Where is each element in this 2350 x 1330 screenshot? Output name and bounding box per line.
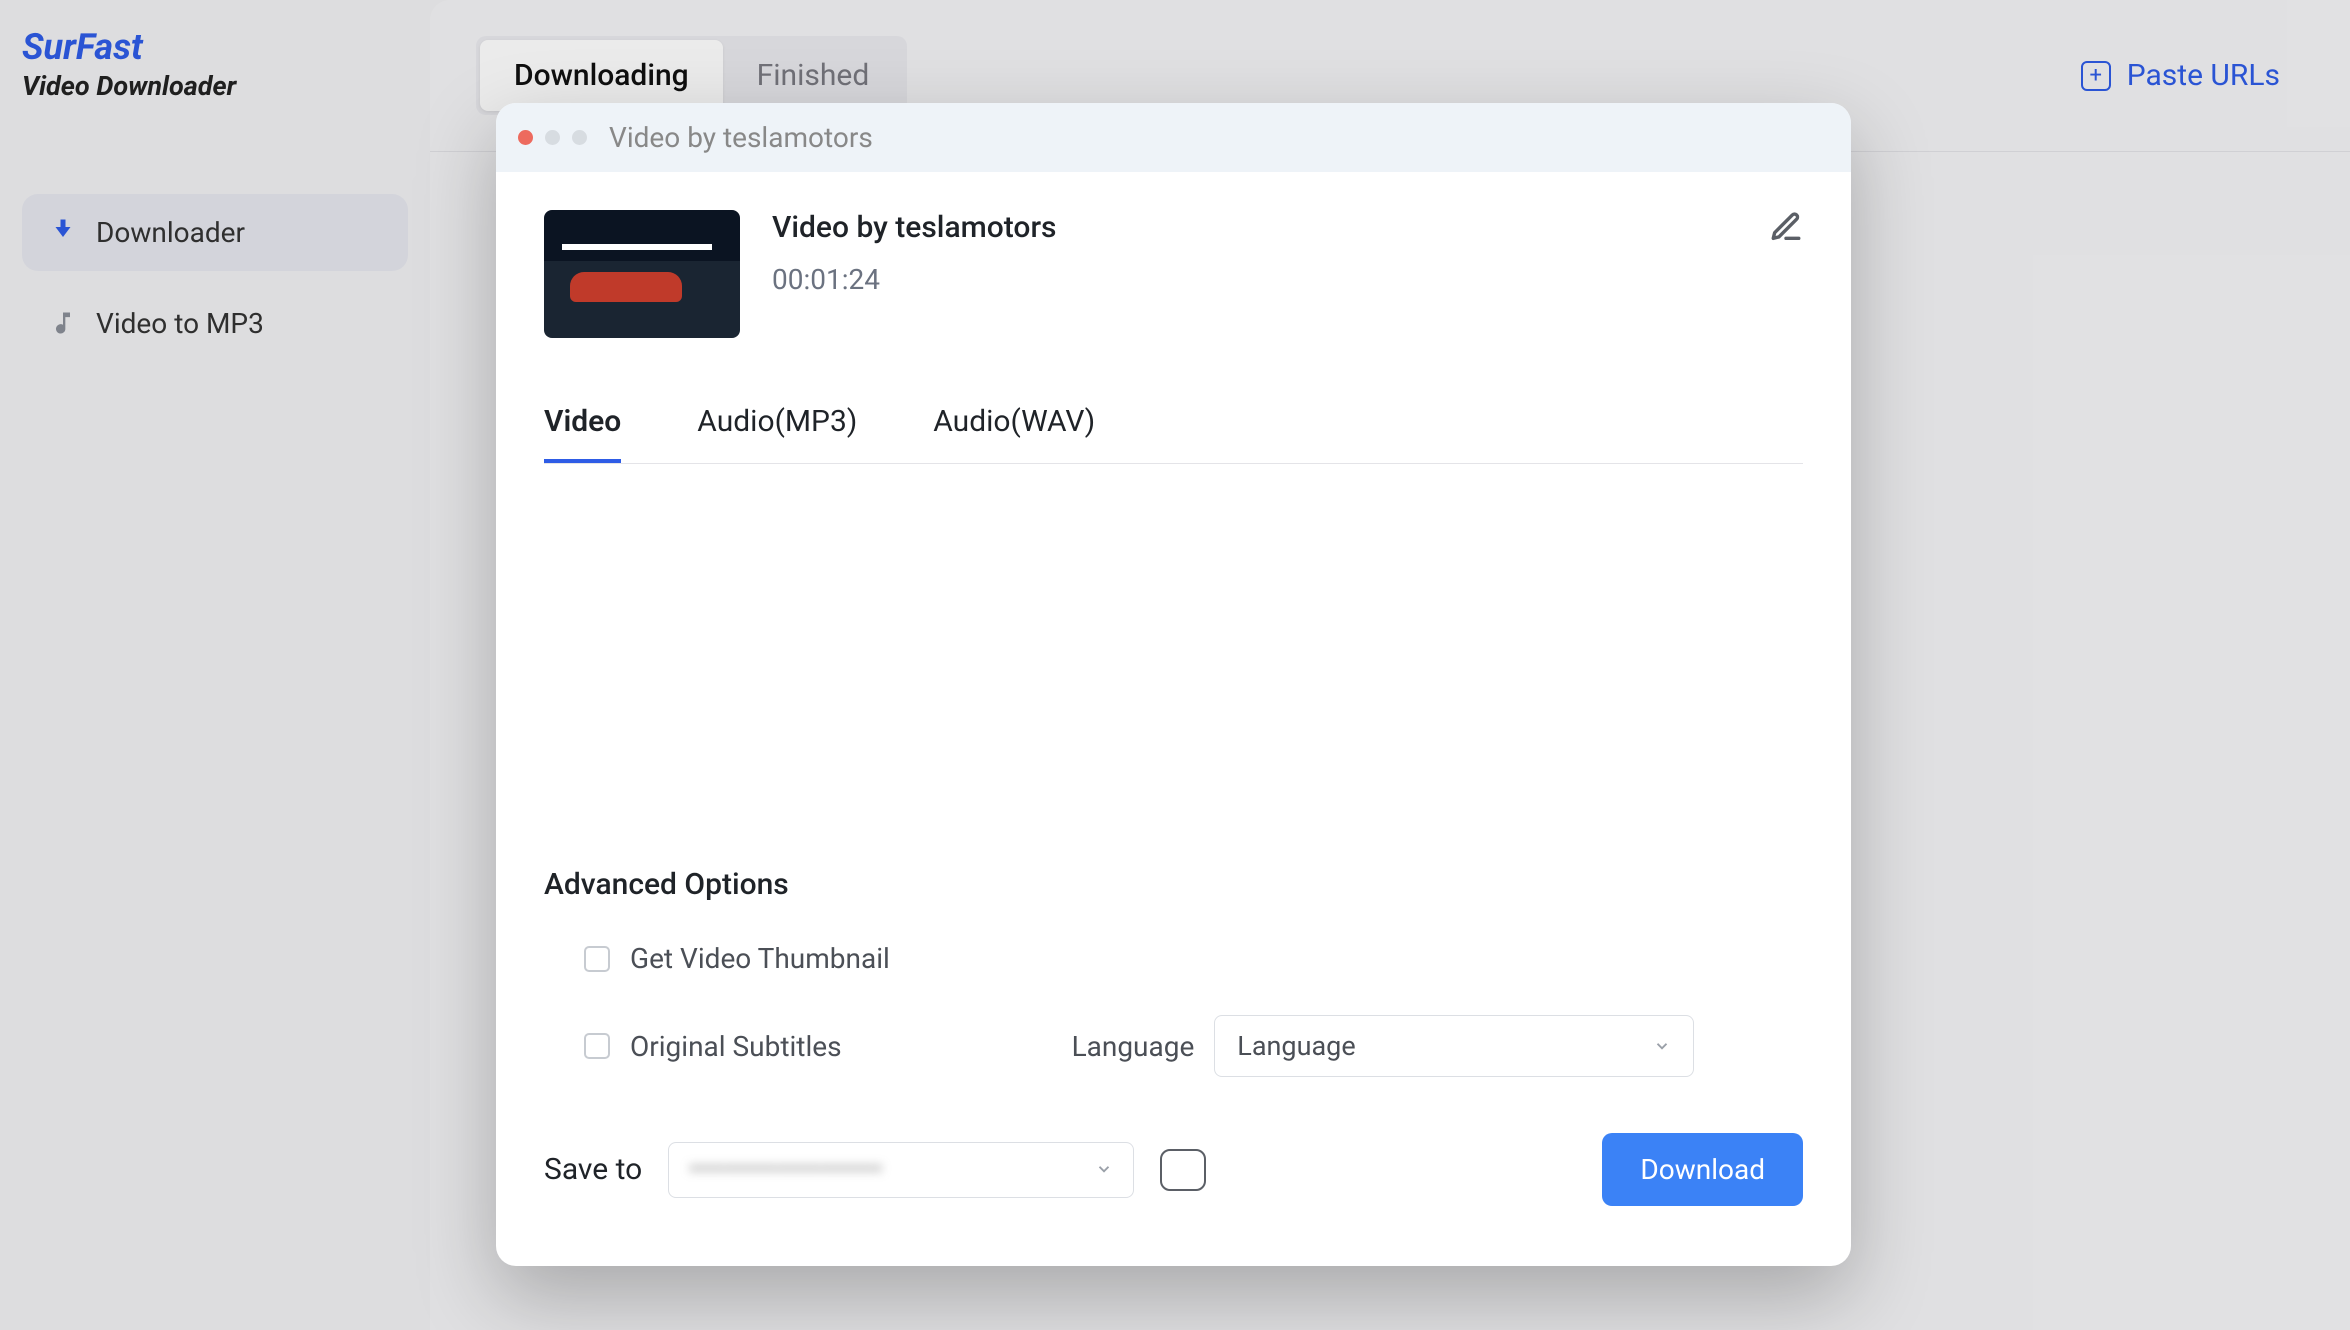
video-info-row: Video by teslamotors 00:01:24	[544, 210, 1803, 338]
sidebar-item-label: Downloader	[96, 216, 245, 249]
modal-title: Video by teslamotors	[609, 121, 873, 154]
format-tab-audio-mp3[interactable]: Audio(MP3)	[697, 404, 857, 463]
video-title: Video by teslamotors	[772, 210, 1057, 245]
format-tab-audio-wav[interactable]: Audio(WAV)	[933, 404, 1095, 463]
plus-icon: +	[2081, 61, 2111, 91]
advanced-options-heading: Advanced Options	[544, 867, 1803, 902]
chevron-down-icon	[1095, 1155, 1113, 1185]
video-meta: Video by teslamotors 00:01:24	[772, 210, 1057, 296]
sidebar-item-label: Video to MP3	[96, 307, 264, 340]
format-list-area	[544, 464, 1803, 827]
original-subtitles-checkbox[interactable]	[584, 1033, 610, 1059]
save-to-label: Save to	[544, 1152, 642, 1187]
chevron-down-icon	[1653, 1030, 1671, 1062]
download-modal: Video by teslamotors Video by teslamotor…	[496, 103, 1851, 1266]
sidebar: SurFast Video Downloader Downloader Vide…	[0, 0, 430, 1330]
save-path-select[interactable]: ••••••••••••••••••••••	[668, 1142, 1134, 1198]
sidebar-nav: Downloader Video to MP3	[22, 194, 408, 362]
format-tabs: Video Audio(MP3) Audio(WAV)	[544, 404, 1803, 464]
paste-urls-button[interactable]: + Paste URLs	[2081, 58, 2280, 93]
window-controls	[518, 130, 587, 145]
language-select[interactable]: Language	[1214, 1015, 1694, 1077]
maximize-icon[interactable]	[572, 130, 587, 145]
option-subtitles-row: Original Subtitles Language Language	[544, 1015, 1803, 1077]
get-thumbnail-label: Get Video Thumbnail	[630, 942, 890, 975]
modal-body: Video by teslamotors 00:01:24 Video Audi…	[496, 172, 1851, 1266]
video-thumbnail	[544, 210, 740, 338]
browse-folder-button[interactable]	[1160, 1149, 1206, 1191]
download-arrow-icon	[48, 217, 78, 247]
tab-downloading[interactable]: Downloading	[480, 40, 723, 111]
save-path-value: ••••••••••••••••••••••	[689, 1155, 882, 1185]
sidebar-item-video-to-mp3[interactable]: Video to MP3	[22, 285, 408, 362]
sidebar-item-downloader[interactable]: Downloader	[22, 194, 408, 271]
language-label: Language	[1072, 1030, 1195, 1063]
format-tab-video[interactable]: Video	[544, 404, 621, 463]
tab-finished[interactable]: Finished	[723, 40, 904, 111]
modal-footer: Save to •••••••••••••••••••••• Download	[544, 1077, 1803, 1266]
language-select-value: Language	[1237, 1030, 1355, 1062]
minimize-icon[interactable]	[545, 130, 560, 145]
brand-subtitle: Video Downloader	[22, 70, 408, 102]
option-get-thumbnail-row: Get Video Thumbnail	[544, 942, 1803, 975]
get-thumbnail-checkbox[interactable]	[584, 946, 610, 972]
original-subtitles-label: Original Subtitles	[630, 1030, 842, 1063]
music-note-icon	[48, 308, 78, 338]
download-button[interactable]: Download	[1602, 1133, 1803, 1206]
close-icon[interactable]	[518, 130, 533, 145]
video-duration: 00:01:24	[772, 263, 1057, 296]
brand-name: SurFast	[22, 28, 408, 68]
logo: SurFast Video Downloader	[22, 28, 408, 102]
edit-title-icon[interactable]	[1769, 210, 1803, 248]
modal-titlebar: Video by teslamotors	[496, 103, 1851, 172]
paste-urls-label: Paste URLs	[2127, 58, 2280, 93]
